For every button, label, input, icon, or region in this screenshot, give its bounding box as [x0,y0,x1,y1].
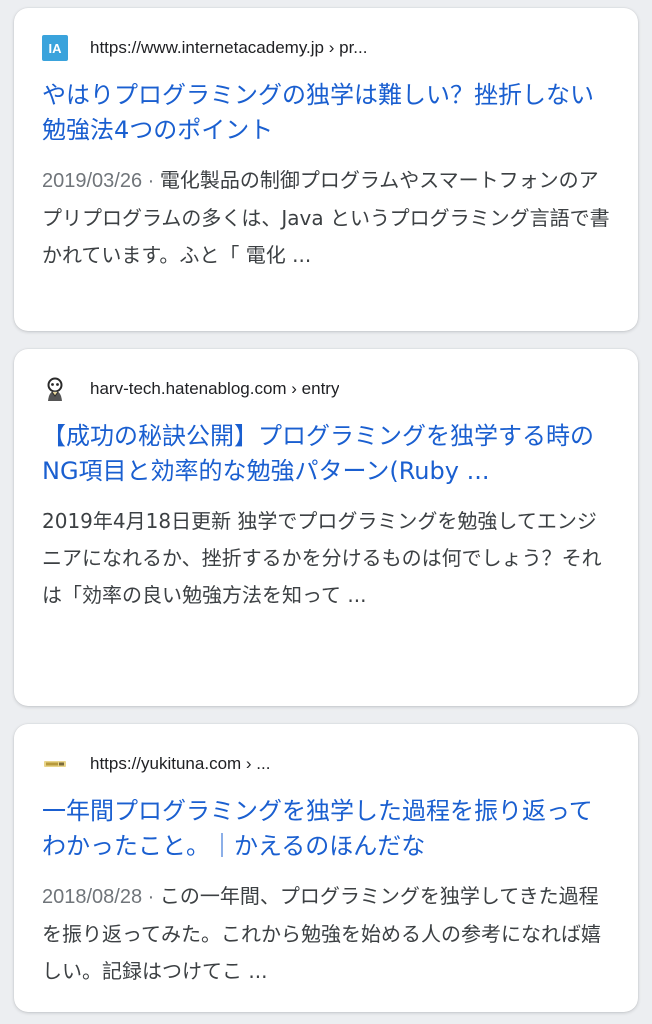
hatena-blog-avatar-icon [42,376,68,402]
result-date: 2019/03/26 · [42,170,160,192]
result-url[interactable]: https://www.internetacademy.jp › pr... [90,38,367,58]
yukituna-site-icon [42,751,68,777]
result-snippet: 2018/08/28 · この一年間、プログラミングを独学してきた過程を振り返っ… [42,878,610,990]
result-url[interactable]: https://yukituna.com › ... [90,754,270,774]
result-date: 2018/08/28 · [42,886,160,908]
result-title-link[interactable]: 一年間プログラミングを独学した過程を振り返ってわかったこと。｜かえるのほんだな [42,794,610,864]
internetacademy-logo-icon: IA [42,35,68,61]
result-snippet-text: 2019年4月18日更新 独学でプログラミングを勉強してエンジニアになれるか、挫… [42,509,602,607]
result-snippet: 2019年4月18日更新 独学でプログラミングを勉強してエンジニアになれるか、挫… [42,503,610,614]
result-source[interactable]: IA https://www.internetacademy.jp › pr..… [42,32,610,64]
result-snippet: 2019/03/26 · 電化製品の制御プログラムやスマートフォンのアプリプログ… [42,162,610,274]
result-source[interactable]: https://yukituna.com › ... [42,748,610,780]
search-result-card[interactable]: https://yukituna.com › ... 一年間プログラミングを独学… [14,724,638,1012]
result-title-link[interactable]: 【成功の秘訣公開】プログラミングを独学する時のNG項目と効率的な勉強パターン(R… [42,419,610,489]
search-result-card[interactable]: harv-tech.hatenablog.com › entry 【成功の秘訣公… [14,349,638,706]
result-source[interactable]: harv-tech.hatenablog.com › entry [42,373,610,405]
search-result-card[interactable]: IA https://www.internetacademy.jp › pr..… [14,8,638,331]
result-title-link[interactable]: やはりプログラミングの独学は難しい？挫折しない勉強法4つのポイント [42,78,610,148]
result-url[interactable]: harv-tech.hatenablog.com › entry [90,379,339,399]
